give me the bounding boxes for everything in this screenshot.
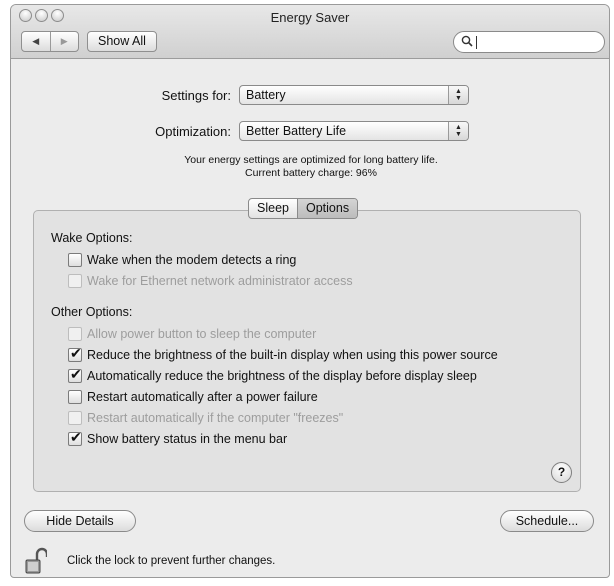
- popup-arrows-icon: ▲ ▼: [448, 86, 468, 104]
- checkbox-label: Allow power button to sleep the computer: [87, 327, 317, 341]
- checkbox-label: Wake when the modem detects a ring: [87, 253, 297, 267]
- tab-options[interactable]: Options: [296, 199, 358, 218]
- restart-freezes-option: Restart automatically if the computer "f…: [68, 410, 343, 426]
- restart-power-failure-option[interactable]: Restart automatically after a power fail…: [68, 389, 318, 405]
- energy-saver-window: Energy Saver ◀ ▶ Show All Settings for: …: [10, 4, 610, 578]
- schedule-button[interactable]: Schedule...: [500, 510, 594, 532]
- search-field[interactable]: [453, 31, 605, 53]
- help-button[interactable]: ?: [551, 462, 572, 483]
- checkbox[interactable]: [68, 345, 82, 362]
- battery-charge-text: Current battery charge: 96%: [245, 167, 377, 179]
- lock-icon[interactable]: [25, 547, 47, 575]
- checkbox-label: Automatically reduce the brightness of t…: [87, 369, 477, 383]
- checkbox: [68, 274, 82, 288]
- reduce-brightness-option[interactable]: Reduce the brightness of the built-in di…: [68, 345, 498, 363]
- wake-modem-ring-option[interactable]: Wake when the modem detects a ring: [68, 252, 296, 268]
- hide-details-button[interactable]: Hide Details: [24, 510, 136, 532]
- show-all-button[interactable]: Show All: [87, 31, 157, 52]
- tab-sleep[interactable]: Sleep: [249, 199, 297, 218]
- optimization-popup[interactable]: Better Battery Life ▲ ▼: [239, 121, 469, 141]
- tab-bar: Sleep Options: [248, 198, 359, 219]
- checkbox[interactable]: [68, 366, 82, 383]
- checkbox-label: Restart automatically after a power fail…: [87, 390, 318, 404]
- optimization-label: Optimization:: [155, 124, 231, 139]
- checkbox-label: Show battery status in the menu bar: [87, 432, 288, 446]
- checkbox[interactable]: [68, 429, 82, 446]
- window-title: Energy Saver: [270, 10, 350, 25]
- settings-for-value: Battery: [246, 88, 286, 102]
- wake-ethernet-option: Wake for Ethernet network administrator …: [68, 273, 353, 289]
- other-options-heading: Other Options:: [51, 305, 133, 319]
- optimization-value: Better Battery Life: [246, 124, 347, 138]
- checkbox: [68, 327, 82, 341]
- power-button-sleep-option: Allow power button to sleep the computer: [68, 326, 316, 342]
- settings-for-popup[interactable]: Battery ▲ ▼: [239, 85, 469, 105]
- checkbox[interactable]: [68, 390, 82, 404]
- settings-for-label: Settings for:: [161, 88, 231, 103]
- popup-arrows-icon: ▲ ▼: [448, 122, 468, 140]
- search-icon: [461, 35, 473, 47]
- forward-arrow-icon[interactable]: ▶: [51, 32, 79, 51]
- auto-reduce-brightness-option[interactable]: Automatically reduce the brightness of t…: [68, 366, 477, 384]
- wake-options-heading: Wake Options:: [51, 231, 133, 245]
- checkbox-label: Wake for Ethernet network administrator …: [87, 274, 353, 288]
- text-cursor: [476, 36, 477, 49]
- checkbox-label: Restart automatically if the computer "f…: [87, 411, 344, 425]
- title-bar: Energy Saver ◀ ▶ Show All: [11, 5, 609, 59]
- back-arrow-icon[interactable]: ◀: [22, 32, 51, 51]
- lock-message: Click the lock to prevent further change…: [67, 555, 276, 567]
- optimization-info-text: Your energy settings are optimized for l…: [184, 154, 438, 166]
- checkbox[interactable]: [68, 253, 82, 267]
- back-forward-control: ◀ ▶: [21, 31, 79, 52]
- show-battery-status-option[interactable]: Show battery status in the menu bar: [68, 429, 288, 447]
- checkbox: [68, 411, 82, 425]
- checkbox-label: Reduce the brightness of the built-in di…: [87, 348, 498, 362]
